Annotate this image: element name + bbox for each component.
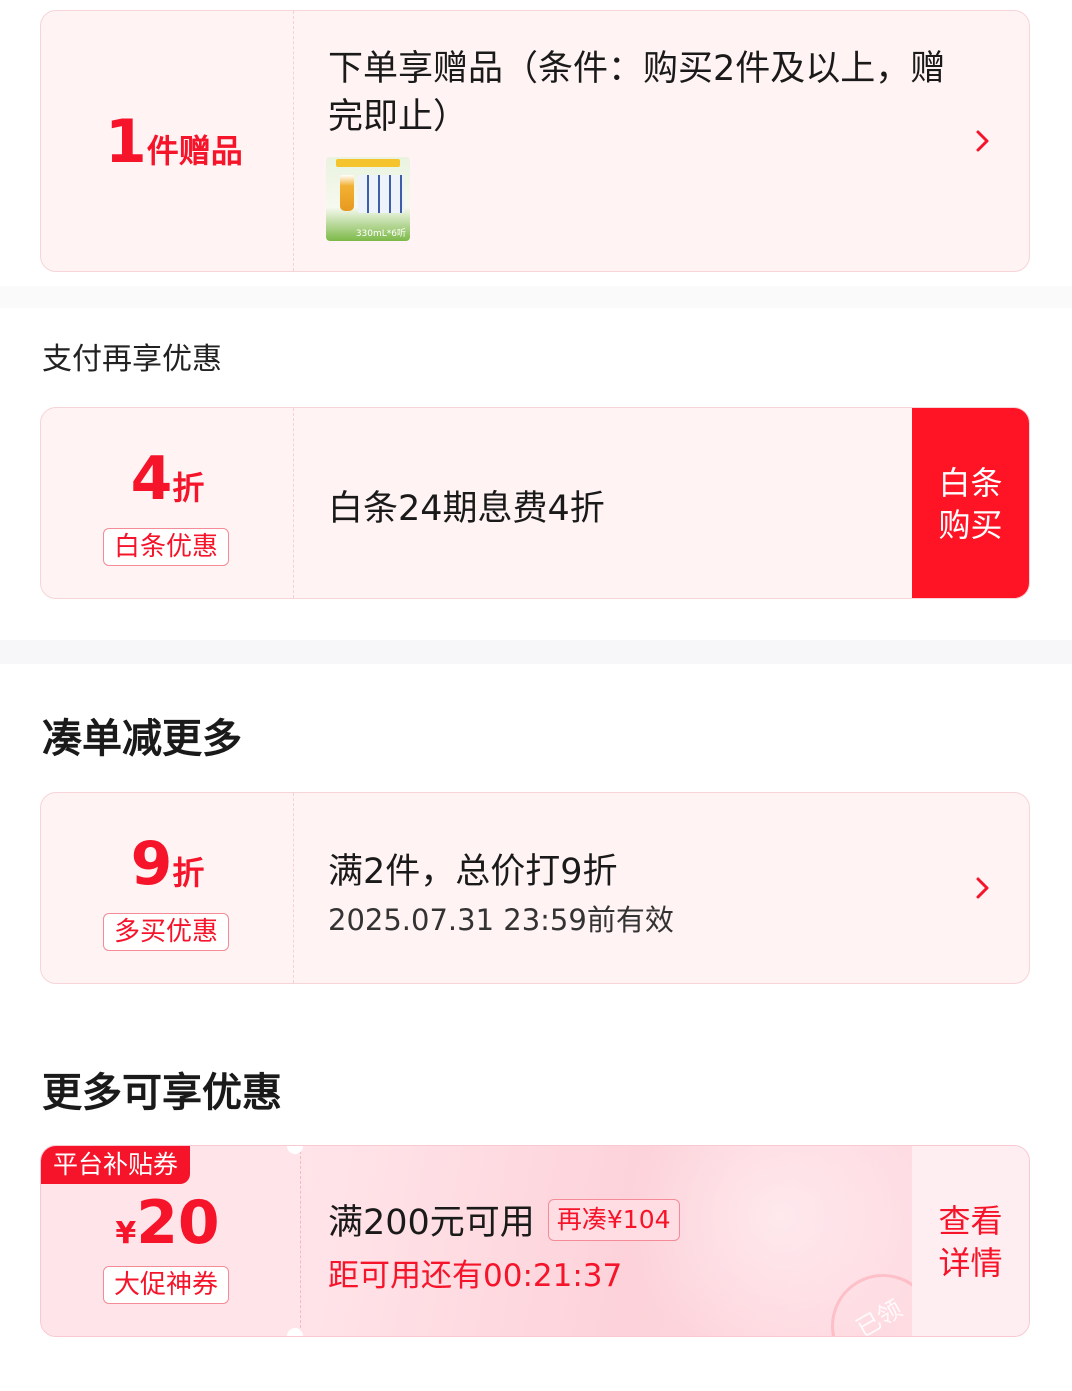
coupon-button-line1: 查看 — [938, 1202, 1003, 1240]
beer-glass-icon — [340, 175, 354, 211]
coupon-countdown: 距可用还有00:21:37 — [328, 1258, 623, 1294]
coupon-extra-badge: 再凑¥104 — [547, 1198, 680, 1241]
multibuy-card-left: 9折 多买优惠 — [41, 793, 294, 983]
gift-unit: 件赠品 — [146, 132, 243, 170]
payment-section-title: 支付再享优惠 — [42, 342, 222, 377]
coupon-tag: 大促神券 — [103, 1266, 229, 1304]
thumb-caption: 330mL*6听 — [355, 229, 406, 239]
baitiao-buy-line1: 白条 — [938, 464, 1003, 502]
chevron-right-icon[interactable] — [969, 128, 995, 154]
multibuy-discount-num: 9 — [130, 829, 173, 899]
baitiao-desc: 白条24期息费4折 — [328, 489, 605, 529]
ticket-notch-bottom — [287, 1328, 303, 1336]
coupon-card[interactable]: 平台补贴券 ¥20 大促神券 满200元可用 再凑¥104 距可用还有00:21… — [40, 1145, 1030, 1337]
gift-card-left: 1件赠品 — [41, 11, 294, 271]
coupon-corner-label: 平台补贴券 — [41, 1146, 191, 1184]
multibuy-discount-unit: 折 — [172, 854, 205, 892]
multibuy-tag: 多买优惠 — [103, 913, 229, 951]
multibuy-card[interactable]: 9折 多买优惠 满2件，总价打9折 2025.07.31 23:59前有效 — [40, 792, 1030, 984]
section-divider — [0, 640, 1072, 664]
baitiao-discount-unit: 折 — [172, 469, 205, 507]
coupon-condition: 满200元可用 — [328, 1203, 535, 1243]
thumb-banner — [336, 159, 400, 167]
multibuy-desc: 满2件，总价打9折 — [328, 852, 618, 892]
more-section-title: 更多可享优惠 — [42, 1070, 282, 1116]
received-stamp-text: 已领 — [851, 1294, 908, 1337]
cans-icon — [358, 175, 404, 213]
coupon-amount: 20 — [136, 1188, 220, 1258]
coupon-view-details-button[interactable]: 查看 详情 — [912, 1146, 1029, 1336]
gift-card[interactable]: 1件赠品 下单享赠品（条件：购买2件及以上，赠完即止） 330mL*6听 — [40, 10, 1030, 272]
beer-pack-thumbnail[interactable]: 330mL*6听 — [326, 157, 410, 241]
gift-count: 1 — [105, 107, 147, 177]
baitiao-card-left: 4折 白条优惠 — [41, 408, 294, 598]
baitiao-card[interactable]: 4折 白条优惠 白条24期息费4折 白条 购买 — [40, 407, 1030, 599]
combo-section-title: 凑单减更多 — [42, 716, 242, 762]
baitiao-buy-button[interactable]: 白条 购买 — [912, 408, 1029, 598]
coupon-button-line2: 详情 — [938, 1244, 1003, 1282]
baitiao-tag: 白条优惠 — [103, 528, 229, 566]
gift-title: 下单享赠品（条件：购买2件及以上，赠完即止） — [328, 49, 946, 137]
baitiao-buy-line2: 购买 — [938, 506, 1003, 544]
coupon-left: 平台补贴券 ¥20 大促神券 — [41, 1146, 301, 1336]
coupon-currency: ¥ — [115, 1216, 137, 1251]
section-divider-top — [0, 286, 1072, 308]
chevron-right-icon[interactable] — [969, 875, 995, 901]
multibuy-validity: 2025.07.31 23:59前有效 — [328, 903, 674, 937]
baitiao-discount-num: 4 — [130, 444, 173, 514]
